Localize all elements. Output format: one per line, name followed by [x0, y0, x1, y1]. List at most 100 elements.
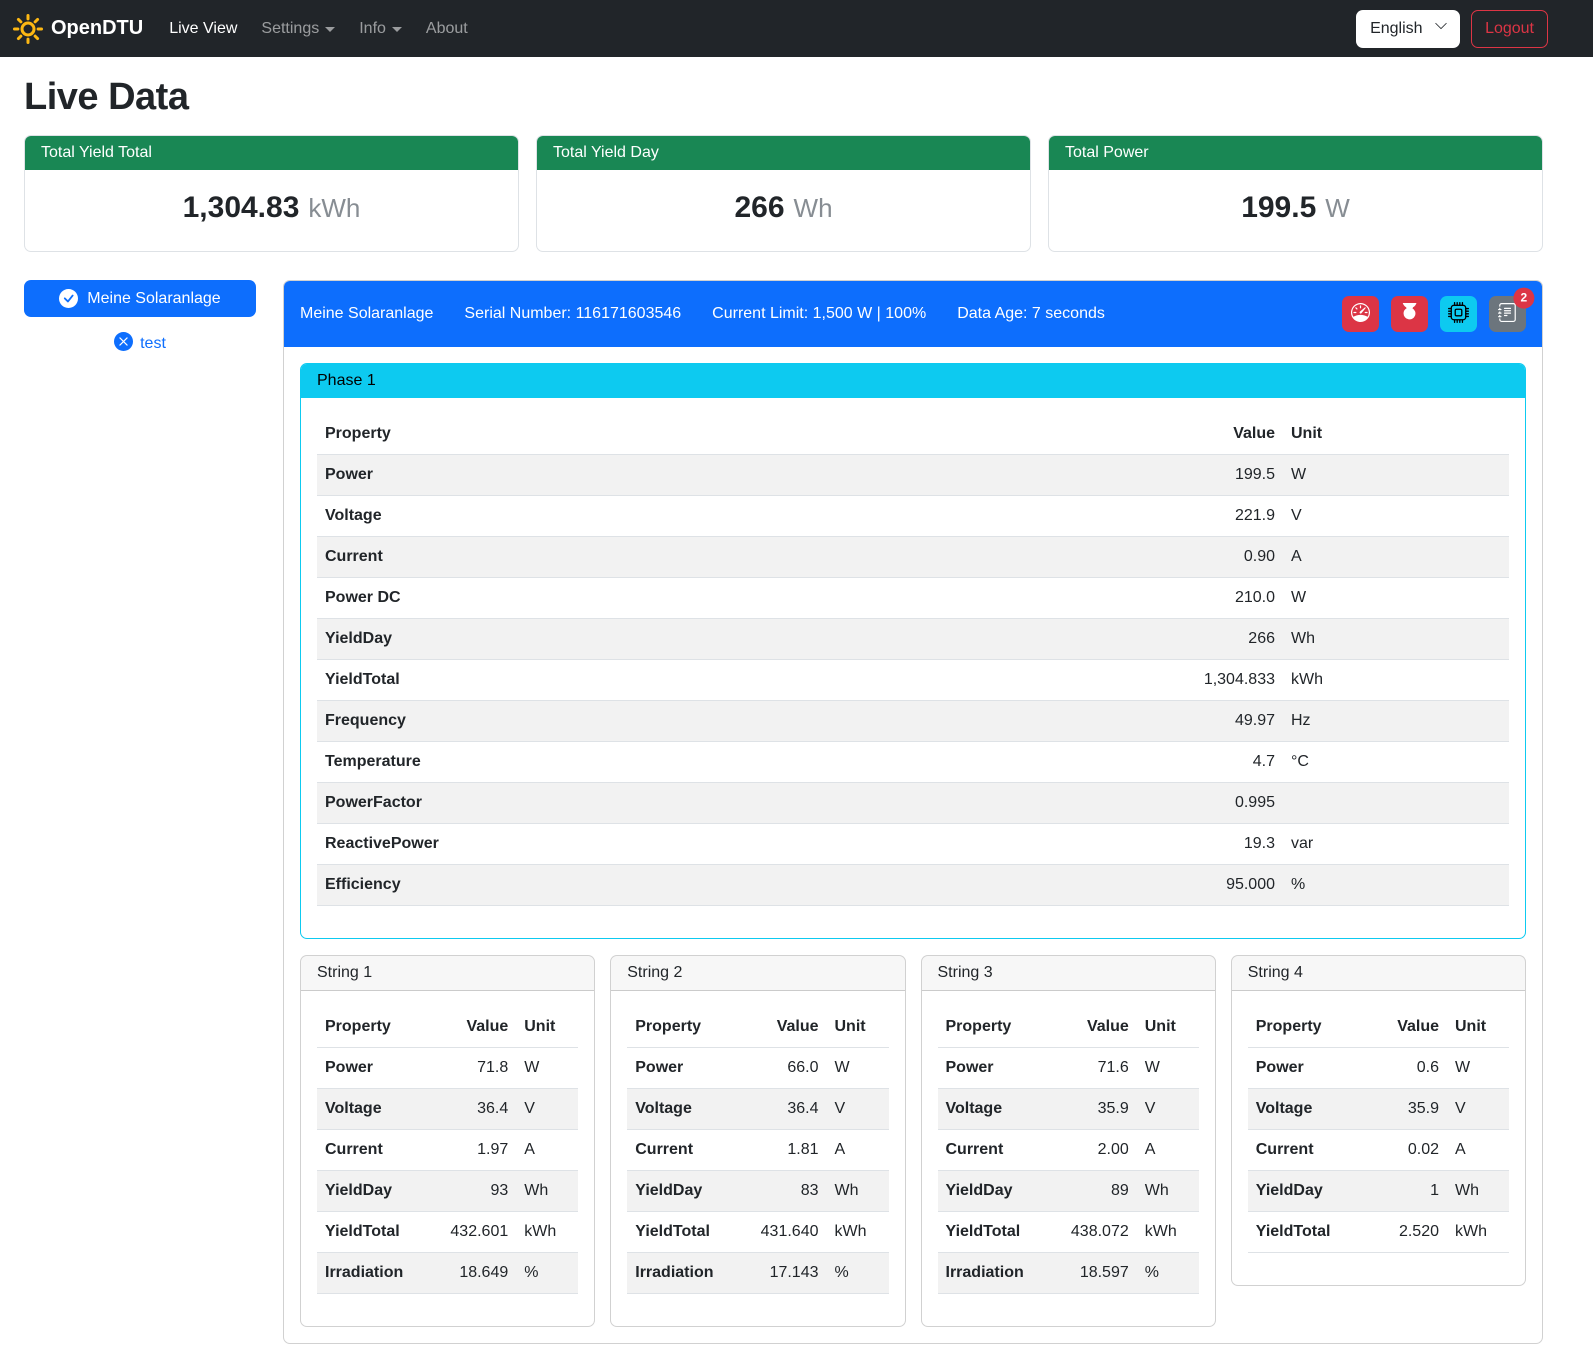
- property-cell: Current: [317, 1130, 430, 1171]
- power-icon: [1400, 303, 1419, 325]
- table-row: YieldTotal432.601kWh: [317, 1212, 578, 1253]
- table-row: YieldDay83Wh: [627, 1171, 888, 1212]
- table-header-row: Property Value Unit: [938, 1007, 1199, 1048]
- unit-cell: V: [827, 1089, 889, 1130]
- value-cell: 36.4: [741, 1089, 827, 1130]
- value-cell: 19.3: [1143, 824, 1283, 865]
- limit-settings-button[interactable]: [1342, 296, 1379, 332]
- sidebar-item-test[interactable]: test: [24, 332, 256, 356]
- phase-card: Phase 1 Property Value Unit Power199.5WV…: [300, 363, 1526, 939]
- brand: OpenDTU: [13, 14, 143, 44]
- event-log-button[interactable]: 2: [1489, 296, 1526, 332]
- unit-cell: V: [516, 1089, 578, 1130]
- inverter-name: Meine Solaranlage: [300, 305, 433, 323]
- unit-cell: kWh: [516, 1212, 578, 1253]
- navbar: OpenDTU Live View Settings Info About Engli…: [0, 0, 1593, 57]
- column-header-value: Value: [1361, 1007, 1447, 1048]
- unit-cell: W: [827, 1048, 889, 1089]
- unit-cell: W: [1137, 1048, 1199, 1089]
- property-cell: Power: [317, 455, 1143, 496]
- column-header-property: Property: [938, 1007, 1051, 1048]
- brand-label: OpenDTU: [51, 17, 143, 40]
- property-cell: Irradiation: [627, 1253, 740, 1294]
- summary-cards: Total Yield Total 1,304.83kWh Total Yiel…: [24, 135, 1543, 252]
- value-cell: 95.000: [1143, 865, 1283, 906]
- table-row: Frequency49.97Hz: [317, 701, 1509, 742]
- table-row: YieldTotal438.072kWh: [938, 1212, 1199, 1253]
- value-cell: 266: [1143, 619, 1283, 660]
- string-card-title: String 1: [301, 956, 594, 991]
- unit-cell: kWh: [827, 1212, 889, 1253]
- phase-table-body: Power199.5WVoltage221.9VCurrent0.90APowe…: [317, 455, 1509, 906]
- nav-item-label: Settings: [261, 20, 319, 38]
- power-toggle-button[interactable]: [1391, 296, 1428, 332]
- unit-cell: W: [1447, 1048, 1509, 1089]
- logout-button[interactable]: Logout: [1471, 10, 1548, 48]
- value-cell: 35.9: [1051, 1089, 1137, 1130]
- unit-cell: Wh: [1447, 1171, 1509, 1212]
- unit-cell: [1283, 783, 1509, 824]
- string-card-title: String 2: [611, 956, 904, 991]
- table-header-row: Property Value Unit: [1248, 1007, 1509, 1048]
- property-cell: Temperature: [317, 742, 1143, 783]
- nav-item-label: About: [426, 20, 468, 38]
- nav-item-info[interactable]: Info: [347, 12, 414, 46]
- value-cell: 432.601: [430, 1212, 516, 1253]
- unit-cell: A: [1283, 537, 1509, 578]
- summary-unit: Wh: [794, 193, 833, 223]
- value-cell: 210.0: [1143, 578, 1283, 619]
- summary-value: 266: [734, 191, 784, 224]
- table-row: PowerFactor0.995: [317, 783, 1509, 824]
- summary-value: 1,304.83: [183, 191, 300, 224]
- column-header-unit: Unit: [827, 1007, 889, 1048]
- language-select[interactable]: English: [1356, 10, 1460, 48]
- value-cell: 49.97: [1143, 701, 1283, 742]
- phase-card-title: Phase 1: [301, 364, 1525, 398]
- string-card-title: String 3: [922, 956, 1215, 991]
- sidebar-item-label: Meine Solaranlage: [87, 290, 220, 308]
- property-cell: YieldTotal: [627, 1212, 740, 1253]
- summary-unit: kWh: [308, 193, 360, 223]
- unit-cell: V: [1137, 1089, 1199, 1130]
- property-cell: Voltage: [627, 1089, 740, 1130]
- value-cell: 438.072: [1051, 1212, 1137, 1253]
- table-row: Irradiation18.597%: [938, 1253, 1199, 1294]
- table-row: Efficiency95.000%: [317, 865, 1509, 906]
- property-cell: YieldDay: [317, 1171, 430, 1212]
- sidebar-item-meine-solaranlage[interactable]: Meine Solaranlage: [24, 280, 256, 317]
- property-cell: Power: [627, 1048, 740, 1089]
- property-cell: Voltage: [938, 1089, 1051, 1130]
- cpu-icon: [1448, 302, 1469, 326]
- device-info-button[interactable]: [1440, 296, 1477, 332]
- nav-item-live-view[interactable]: Live View: [157, 12, 249, 46]
- table-row: Power66.0W: [627, 1048, 888, 1089]
- property-cell: YieldTotal: [938, 1212, 1051, 1253]
- column-header-unit: Unit: [1283, 414, 1509, 455]
- chevron-down-icon: [392, 27, 402, 32]
- property-cell: Efficiency: [317, 865, 1143, 906]
- value-cell: 1,304.833: [1143, 660, 1283, 701]
- table-row: Current0.02A: [1248, 1130, 1509, 1171]
- string-card-3: String 3 Property Value Unit Power71.6WV…: [921, 955, 1216, 1327]
- sun-icon: [13, 14, 43, 44]
- phase-table: Property Value Unit Power199.5WVoltage22…: [317, 414, 1509, 906]
- table-row: Voltage36.4V: [627, 1089, 888, 1130]
- summary-card-total-power: Total Power 199.5W: [1048, 135, 1543, 252]
- unit-cell: Wh: [1283, 619, 1509, 660]
- table-row: YieldDay93Wh: [317, 1171, 578, 1212]
- unit-cell: %: [516, 1253, 578, 1294]
- unit-cell: V: [1283, 496, 1509, 537]
- check-circle-icon: [59, 289, 78, 308]
- value-cell: 199.5: [1143, 455, 1283, 496]
- property-cell: Power: [317, 1048, 430, 1089]
- nav-item-about[interactable]: About: [414, 12, 480, 46]
- property-cell: Power DC: [317, 578, 1143, 619]
- unit-cell: W: [516, 1048, 578, 1089]
- string-card-title: String 4: [1232, 956, 1525, 991]
- value-cell: 71.6: [1051, 1048, 1137, 1089]
- nav-item-settings[interactable]: Settings: [249, 12, 347, 46]
- value-cell: 4.7: [1143, 742, 1283, 783]
- property-cell: YieldDay: [627, 1171, 740, 1212]
- column-header-property: Property: [627, 1007, 740, 1048]
- unit-cell: A: [516, 1130, 578, 1171]
